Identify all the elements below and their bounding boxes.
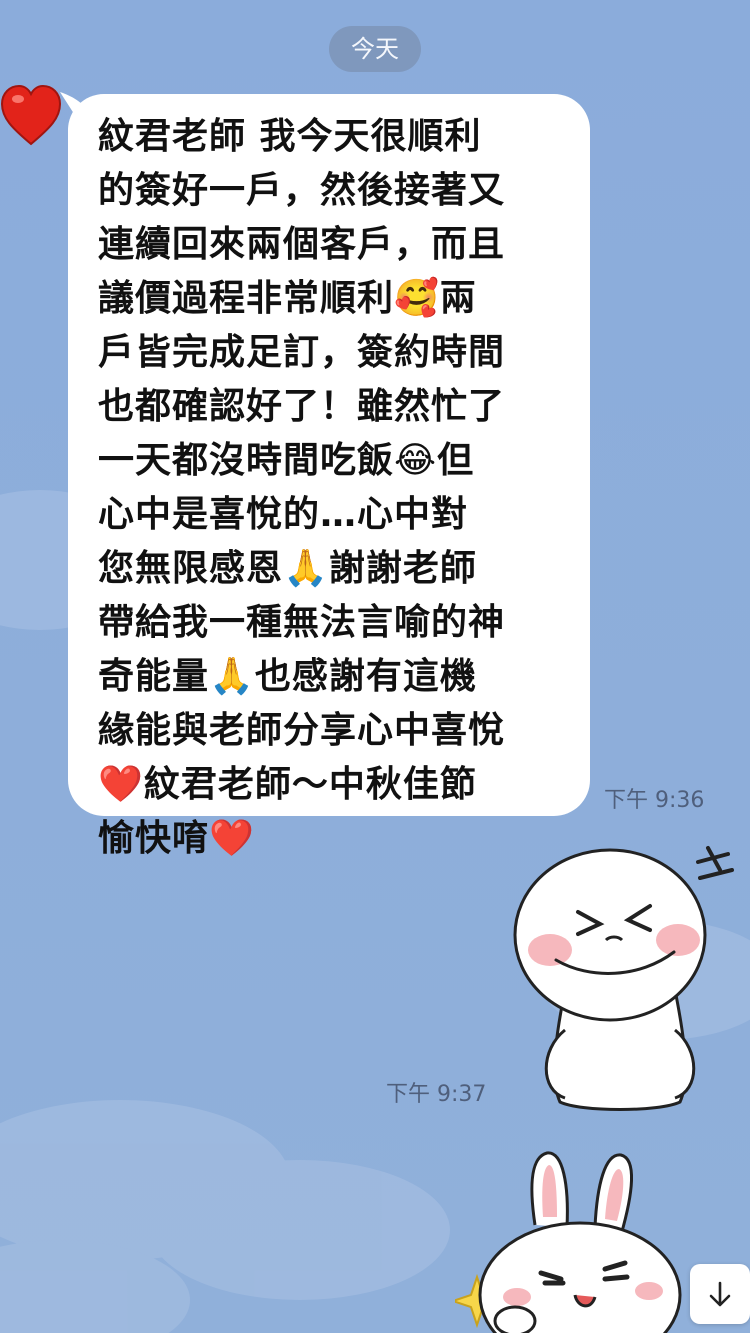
date-separator: 今天: [329, 26, 421, 72]
scroll-to-bottom-button[interactable]: [690, 1264, 750, 1324]
sticker-timestamp: 下午 9:37: [386, 1082, 487, 1107]
message-bubble[interactable]: 紋君老師 我今天很順利 的簽好一戶，然後接著又 連續回來兩個客戶，而且 議價過程…: [68, 94, 590, 859]
line-brown-laughing-sticker[interactable]: [510, 840, 740, 1120]
line-cony-laughing-sticker[interactable]: [455, 1145, 700, 1333]
message-text: 紋君老師 我今天很順利 的簽好一戶，然後接著又 連續回來兩個客戶，而且 議價過程…: [98, 116, 506, 859]
arrow-down-icon: [709, 1281, 731, 1307]
message-timestamp: 下午 9:36: [604, 788, 705, 813]
red-heart-avatar-icon[interactable]: [0, 82, 62, 150]
